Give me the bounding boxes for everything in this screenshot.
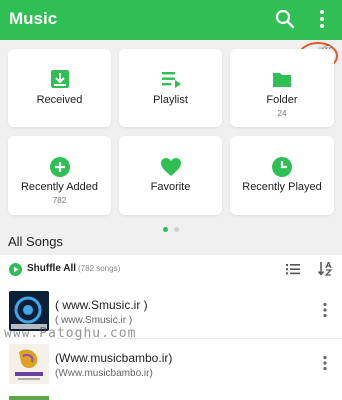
card-received[interactable]: Received bbox=[8, 49, 111, 127]
song-count: (782 songs) bbox=[78, 264, 121, 273]
album-art bbox=[9, 291, 49, 331]
shuffle-all-row[interactable]: Shuffle All (782 songs) bbox=[0, 255, 342, 283]
card-playlist[interactable]: Playlist bbox=[119, 49, 222, 127]
more-vert-icon[interactable] bbox=[320, 355, 330, 371]
more-vert-icon[interactable] bbox=[320, 302, 330, 318]
album-art-partial bbox=[9, 396, 49, 400]
folder-icon bbox=[273, 73, 291, 87]
page-dot[interactable] bbox=[174, 227, 179, 232]
download-icon bbox=[50, 70, 69, 88]
search-icon[interactable] bbox=[274, 8, 296, 30]
add-circle-icon bbox=[49, 157, 70, 177]
card-label: Playlist bbox=[153, 94, 188, 106]
shuffle-all-label: Shuffle All bbox=[27, 263, 77, 274]
clock-icon bbox=[272, 157, 292, 177]
heart-icon bbox=[160, 158, 181, 176]
watermark-text: www.Patoghu.com bbox=[4, 326, 137, 341]
card-label: Received bbox=[36, 94, 83, 106]
card-count: 782 bbox=[52, 196, 67, 205]
sort-icon[interactable] bbox=[318, 261, 332, 276]
card-label: Recently Added bbox=[20, 181, 99, 193]
album-art bbox=[9, 344, 49, 384]
card-recently-played[interactable]: Recently Played bbox=[230, 136, 334, 215]
card-label: Folder bbox=[266, 94, 298, 106]
app-bar: Music bbox=[0, 0, 342, 40]
song-subtitle: (Www.musicbambo.ir) bbox=[55, 368, 153, 379]
more-vert-icon[interactable] bbox=[314, 8, 330, 30]
card-label: Recently Played bbox=[242, 181, 322, 193]
section-title: All Songs bbox=[8, 234, 63, 249]
page-dot-active[interactable] bbox=[163, 227, 168, 232]
song-item[interactable]: (Www.musicbambo.ir) (Www.musicbambo.ir) bbox=[0, 339, 342, 391]
song-title: (Www.musicbambo.ir) bbox=[55, 351, 173, 365]
card-recently-added[interactable]: Recently Added 782 bbox=[8, 136, 111, 215]
song-title: ( www.Smusic.ir ) bbox=[55, 298, 148, 312]
list-view-icon[interactable] bbox=[286, 262, 300, 276]
app-title: Music bbox=[9, 9, 58, 28]
card-favorite[interactable]: Favorite bbox=[119, 136, 222, 215]
card-label: Favorite bbox=[150, 181, 191, 193]
play-circle-icon bbox=[9, 263, 22, 276]
song-subtitle: ( www.Smusic.ir ) bbox=[55, 315, 133, 326]
card-folder[interactable]: Folder 24 bbox=[230, 49, 334, 127]
playlist-icon bbox=[161, 72, 181, 88]
card-count: 24 bbox=[277, 109, 287, 118]
